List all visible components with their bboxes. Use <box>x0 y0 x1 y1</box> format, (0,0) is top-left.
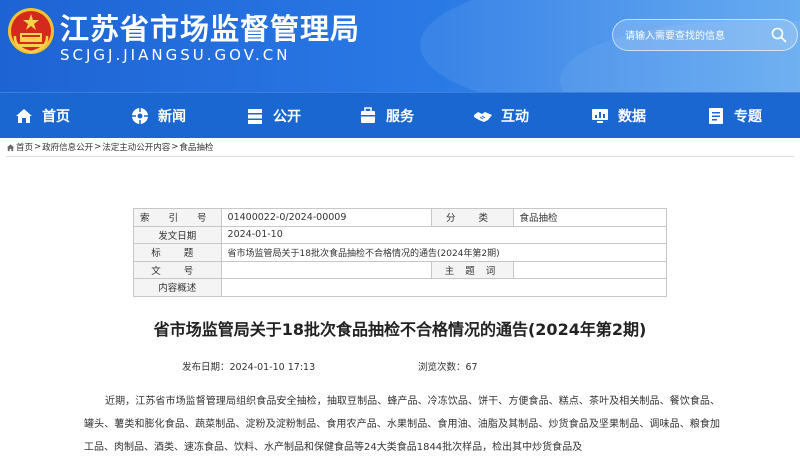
document-meta-table: 索 引 号 01400022-0/2024-00009 分 类 食品抽检 发文日… <box>133 208 668 297</box>
breadcrumb-separator: > <box>171 142 179 152</box>
site-header: 江苏省市场监督管理局 SCJGJ.JIANGSU.GOV.CN <box>0 0 800 92</box>
docno-label: 文 号 <box>133 260 222 279</box>
table-row: 文 号 主 题 词 <box>133 260 668 279</box>
view-count: 浏览次数：67 <box>418 359 478 373</box>
summary-value <box>220 278 668 297</box>
index-value: 01400022-0/2024-00009 <box>220 208 432 227</box>
date-value: 2024-01-10 <box>220 225 668 244</box>
home-icon <box>6 143 15 151</box>
category-value: 食品抽检 <box>512 208 668 227</box>
subject-value <box>512 260 668 279</box>
breadcrumb-separator: > <box>94 142 102 152</box>
subject-label: 主 题 词 <box>430 260 514 279</box>
nav-item-data[interactable]: 数据 <box>590 93 646 139</box>
title-value: 省市场监管局关于18批次食品抽检不合格情况的通告(2024年第2期) <box>220 243 668 262</box>
breadcrumb-home[interactable]: 首页 <box>16 141 33 153</box>
table-row: 索 引 号 01400022-0/2024-00009 分 类 食品抽检 <box>133 208 668 227</box>
article-title: 省市场监管局关于18批次食品抽检不合格情况的通告(2024年第2期) <box>153 320 647 339</box>
nav-item-topic[interactable]: 专题 <box>706 93 762 139</box>
nav-item-label: 互动 <box>501 109 529 125</box>
docno-value <box>220 260 432 279</box>
site-domain: SCJGJ.JIANGSU.GOV.CN <box>60 46 291 64</box>
nav-item-home[interactable]: 首页 <box>14 93 70 139</box>
divider <box>6 156 794 157</box>
service-icon <box>361 107 375 123</box>
nav-item-label: 公开 <box>273 109 301 125</box>
national-emblem-icon[interactable] <box>6 6 56 56</box>
breadcrumb-gov-info[interactable]: 政府信息公开 <box>42 141 93 153</box>
date-label: 发文日期 <box>133 225 222 244</box>
table-row: 标 题 省市场监管局关于18批次食品抽检不合格情况的通告(2024年第2期) <box>133 243 668 262</box>
publish-info: 发布日期：2024-01-10 17:13 <box>182 359 315 373</box>
nav-item-label: 服务 <box>386 109 414 125</box>
nav-item-label: 专题 <box>734 109 762 125</box>
main-nav: 首页 新闻 公开 服务 互动 数据 专题 <box>0 92 800 138</box>
nav-item-interaction[interactable]: 互动 <box>473 93 529 139</box>
category-label: 分 类 <box>430 208 514 227</box>
view-count-value: 67 <box>465 362 478 373</box>
nav-item-service[interactable]: 服务 <box>358 93 414 139</box>
view-count-label: 浏览次数： <box>418 362 466 373</box>
data-icon <box>592 109 608 123</box>
summary-label: 内容概述 <box>133 278 222 297</box>
search-box <box>612 19 798 51</box>
publish-date-label: 发布日期： <box>182 362 230 373</box>
nav-item-label: 数据 <box>618 109 646 125</box>
home-icon <box>16 109 32 123</box>
topic-icon <box>709 108 723 124</box>
breadcrumb-food-inspection[interactable]: 食品抽检 <box>179 141 213 153</box>
table-row: 发文日期 2024-01-10 <box>133 225 668 244</box>
handshake-icon <box>474 112 492 122</box>
article-body: 近期，江苏省市场监督管理局组织食品安全抽检，抽取豆制品、蜂产品、冷冻饮品、饼干、… <box>84 396 720 453</box>
breadcrumb: 首页 > 政府信息公开 > 法定主动公开内容 > 食品抽检 <box>6 140 213 154</box>
nav-item-label: 新闻 <box>158 109 186 125</box>
open-info-icon <box>248 109 262 124</box>
search-input[interactable] <box>625 26 765 46</box>
index-label: 索 引 号 <box>133 208 222 227</box>
nav-item-label: 首页 <box>42 109 70 125</box>
breadcrumb-separator: > <box>34 142 42 152</box>
breadcrumb-statutory[interactable]: 法定主动公开内容 <box>102 141 170 153</box>
search-icon[interactable] <box>771 27 787 43</box>
site-title[interactable]: 江苏省市场监督管理局 <box>60 6 360 48</box>
nav-item-news[interactable]: 新闻 <box>130 93 186 139</box>
table-row: 内容概述 <box>133 278 668 297</box>
nav-item-open-info[interactable]: 公开 <box>245 93 301 139</box>
title-label: 标 题 <box>133 243 222 262</box>
publish-date-value: 2024-01-10 17:13 <box>229 362 316 373</box>
news-icon <box>132 108 148 124</box>
